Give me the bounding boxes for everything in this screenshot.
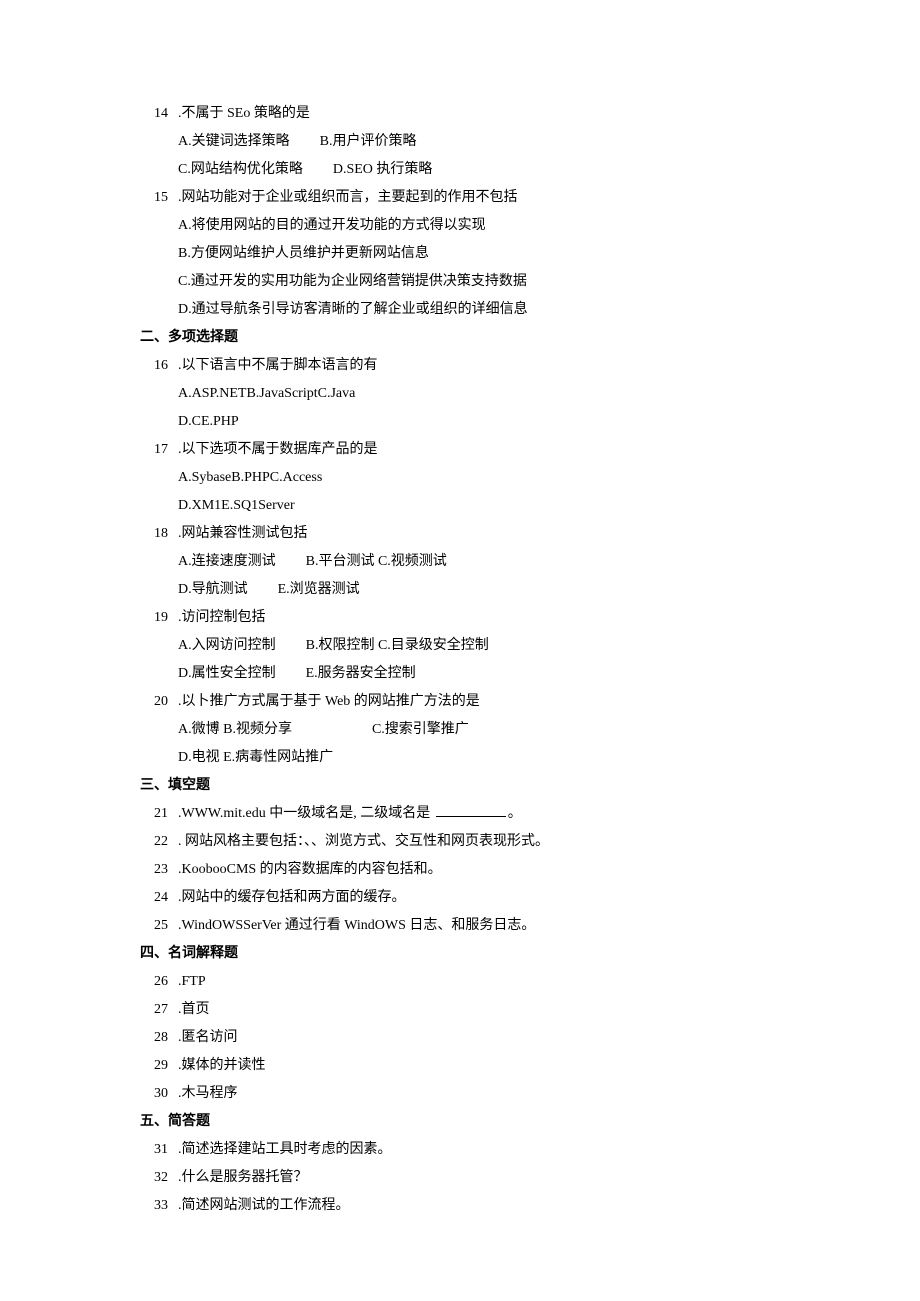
q18-row1: A.连接速度测试 B.平台测试 C.视频测试 bbox=[140, 548, 780, 576]
question-number: 32 bbox=[140, 1164, 178, 1192]
question-stem: . 网站风格主要包括：、、浏览方式、交互性和网页表现形式。 bbox=[178, 828, 780, 856]
question-stem: .媒体的并读性 bbox=[178, 1052, 780, 1080]
option-c: C.通过开发的实用功能为企业网络营销提供决策支持数据 bbox=[140, 268, 780, 296]
option-c: C.网站结构优化策略 bbox=[178, 156, 303, 184]
q17-line2: D.XM1E.SQ1Server bbox=[140, 492, 780, 520]
question-30: 30 .木马程序 bbox=[140, 1080, 780, 1108]
fill-blank bbox=[436, 803, 506, 817]
q20-row1: A.微博 B.视频分享 C.搜索引擎推广 bbox=[140, 716, 780, 744]
question-24: 24 .网站中的缓存包括和两方面的缓存。 bbox=[140, 884, 780, 912]
question-number: 29 bbox=[140, 1052, 178, 1080]
question-number: 22 bbox=[140, 828, 178, 856]
question-stem: .简述网站测试的工作流程。 bbox=[178, 1192, 780, 1220]
question-23: 23 .KoobooCMS 的内容数据库的内容包括和。 bbox=[140, 856, 780, 884]
question-number: 24 bbox=[140, 884, 178, 912]
section-2-title: 二、多项选择题 bbox=[140, 324, 780, 352]
section-3-title: 三、填空题 bbox=[140, 772, 780, 800]
option-bc: B.平台测试 C.视频测试 bbox=[306, 548, 447, 576]
q14-options-row2: C.网站结构优化策略 D.SEO 执行策略 bbox=[140, 156, 780, 184]
question-number: 31 bbox=[140, 1136, 178, 1164]
option-d: D.通过导航条引导访客清晰的了解企业或组织的详细信息 bbox=[140, 296, 780, 324]
question-number: 28 bbox=[140, 1024, 178, 1052]
question-stem: .网站功能对于企业或组织而言，主要起到的作用不包括 bbox=[178, 184, 780, 212]
question-26: 26 .FTP bbox=[140, 968, 780, 996]
option-d: D.属性安全控制 bbox=[178, 660, 276, 688]
question-32: 32 .什么是服务器托管？ bbox=[140, 1164, 780, 1192]
question-21: 21 .WWW.mit.edu 中一级域名是, 二级域名是 。 bbox=[140, 800, 780, 828]
question-number: 20 bbox=[140, 688, 178, 716]
option-b: B.用户评价策略 bbox=[320, 128, 417, 156]
question-number: 23 bbox=[140, 856, 178, 884]
q16-line2: D.CE.PHP bbox=[140, 408, 780, 436]
question-stem: .以下语言中不属于脚本语言的有 bbox=[178, 352, 780, 380]
q17-line1: A.SybaseB.PHPC.Access bbox=[140, 464, 780, 492]
question-number: 19 bbox=[140, 604, 178, 632]
q18-row2: D.导航测试 E.浏览器测试 bbox=[140, 576, 780, 604]
question-15: 15 .网站功能对于企业或组织而言，主要起到的作用不包括 bbox=[140, 184, 780, 212]
question-number: 25 bbox=[140, 912, 178, 940]
question-stem: .以卜推广方式属于基于 Web 的网站推广方法的是 bbox=[178, 688, 780, 716]
option-e: E.浏览器测试 bbox=[278, 576, 360, 604]
question-number: 17 bbox=[140, 436, 178, 464]
option-bc: B.权限控制 C.目录级安全控制 bbox=[306, 632, 489, 660]
option-e: E.服务器安全控制 bbox=[306, 660, 416, 688]
option-d: D.导航测试 bbox=[178, 576, 248, 604]
q14-options-row1: A.关键词选择策略 B.用户评价策略 bbox=[140, 128, 780, 156]
question-stem: .FTP bbox=[178, 968, 780, 996]
question-number: 16 bbox=[140, 352, 178, 380]
question-stem: .WWW.mit.edu 中一级域名是, 二级域名是 。 bbox=[178, 800, 780, 828]
option-d: D.SEO 执行策略 bbox=[333, 156, 433, 184]
question-number: 14 bbox=[140, 100, 178, 128]
question-28: 28 .匿名访问 bbox=[140, 1024, 780, 1052]
option-c: C.搜索引擎推广 bbox=[372, 716, 469, 744]
section-5-title: 五、简答题 bbox=[140, 1108, 780, 1136]
question-stem: .首页 bbox=[178, 996, 780, 1024]
question-number: 26 bbox=[140, 968, 178, 996]
question-stem: .木马程序 bbox=[178, 1080, 780, 1108]
question-stem: .访问控制包括 bbox=[178, 604, 780, 632]
q21-after: 。 bbox=[508, 806, 522, 821]
question-stem: .网站兼容性测试包括 bbox=[178, 520, 780, 548]
question-33: 33 .简述网站测试的工作流程。 bbox=[140, 1192, 780, 1220]
question-22: 22 . 网站风格主要包括：、、浏览方式、交互性和网页表现形式。 bbox=[140, 828, 780, 856]
question-number: 21 bbox=[140, 800, 178, 828]
option-a: A.关键词选择策略 bbox=[178, 128, 290, 156]
question-number: 18 bbox=[140, 520, 178, 548]
question-29: 29 .媒体的并读性 bbox=[140, 1052, 780, 1080]
question-stem: .简述选择建站工具时考虑的因素。 bbox=[178, 1136, 780, 1164]
option-ab: A.微博 B.视频分享 bbox=[178, 716, 292, 744]
question-number: 30 bbox=[140, 1080, 178, 1108]
question-number: 15 bbox=[140, 184, 178, 212]
question-stem: .不属于 SEo 策略的是 bbox=[178, 100, 780, 128]
question-17: 17 .以下选项不属于数据库产品的是 bbox=[140, 436, 780, 464]
question-stem: .WindOWSSerVer 通过行看 WindOWS 日志、和服务日志。 bbox=[178, 912, 780, 940]
question-stem: .网站中的缓存包括和两方面的缓存。 bbox=[178, 884, 780, 912]
q19-row1: A.入网访问控制 B.权限控制 C.目录级安全控制 bbox=[140, 632, 780, 660]
question-14: 14 .不属于 SEo 策略的是 bbox=[140, 100, 780, 128]
option-de: D.电视 E.病毒性网站推广 bbox=[140, 744, 780, 772]
question-stem: .以下选项不属于数据库产品的是 bbox=[178, 436, 780, 464]
option-a: A.入网访问控制 bbox=[178, 632, 276, 660]
question-25: 25 .WindOWSSerVer 通过行看 WindOWS 日志、和服务日志。 bbox=[140, 912, 780, 940]
question-19: 19 .访问控制包括 bbox=[140, 604, 780, 632]
question-stem: .KoobooCMS 的内容数据库的内容包括和。 bbox=[178, 856, 780, 884]
section-4-title: 四、名词解释题 bbox=[140, 940, 780, 968]
question-20: 20 .以卜推广方式属于基于 Web 的网站推广方法的是 bbox=[140, 688, 780, 716]
option-b: B.方便网站维护人员维护并更新网站信息 bbox=[140, 240, 780, 268]
question-16: 16 .以下语言中不属于脚本语言的有 bbox=[140, 352, 780, 380]
option-a: A.连接速度测试 bbox=[178, 548, 276, 576]
question-27: 27 .首页 bbox=[140, 996, 780, 1024]
question-number: 27 bbox=[140, 996, 178, 1024]
question-number: 33 bbox=[140, 1192, 178, 1220]
question-stem: .什么是服务器托管？ bbox=[178, 1164, 780, 1192]
question-stem: .匿名访问 bbox=[178, 1024, 780, 1052]
question-18: 18 .网站兼容性测试包括 bbox=[140, 520, 780, 548]
q19-row2: D.属性安全控制 E.服务器安全控制 bbox=[140, 660, 780, 688]
question-31: 31 .简述选择建站工具时考虑的因素。 bbox=[140, 1136, 780, 1164]
q21-before: .WWW.mit.edu 中一级域名是, 二级域名是 bbox=[178, 806, 434, 821]
q16-line1: A.ASP.NETB.JavaScriptC.Java bbox=[140, 380, 780, 408]
option-a: A.将使用网站的目的通过开发功能的方式得以实现 bbox=[140, 212, 780, 240]
